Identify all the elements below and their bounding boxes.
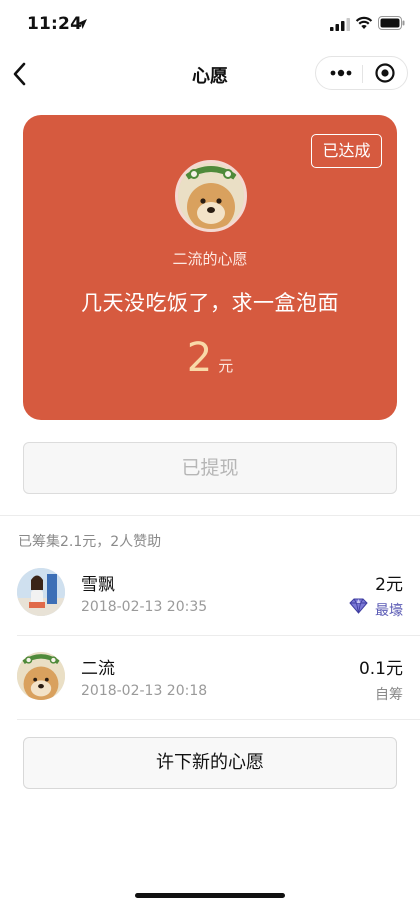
home-indicator <box>135 893 285 898</box>
owner-label: 二流的心愿 <box>172 250 248 268</box>
amount-unit: 元 <box>218 357 234 375</box>
supporter-time: 2018-02-13 20:18 <box>81 683 208 699</box>
more-icon[interactable] <box>322 62 358 84</box>
battery-icon <box>378 16 405 30</box>
withdrawn-button: 已提现 <box>23 442 397 494</box>
section-divider <box>0 515 420 516</box>
nav-bar: 心愿 <box>0 50 420 98</box>
raise-summary: 已筹集2.1元，2人赞助 <box>18 534 162 550</box>
row-divider <box>17 719 420 720</box>
supporter-time: 2018-02-13 20:35 <box>81 599 208 615</box>
dog-avatar-image <box>178 163 244 229</box>
amount-value: 2 <box>186 335 213 381</box>
supporter-row: 雪飘 2018-02-13 20:35 2元 最壕 <box>0 552 420 636</box>
capsule-divider <box>362 65 363 83</box>
close-target-icon[interactable] <box>372 62 398 84</box>
supporter-amount: 0.1元 <box>358 659 403 679</box>
supporter-amount: 2元 <box>375 575 403 595</box>
wish-card: 已达成 二流的心愿 几天没吃饭了，求一盒泡面 2元 <box>23 115 397 420</box>
supporter-tag: 自筹 <box>375 687 403 703</box>
supporter-row: 二流 2018-02-13 20:18 0.1元 自筹 <box>0 636 420 720</box>
wish-text: 几天没吃饭了，求一盒泡面 <box>81 291 339 315</box>
dog-avatar-image <box>17 652 65 700</box>
signal-icon <box>330 18 350 31</box>
status-badge: 已达成 <box>311 134 382 168</box>
wifi-icon <box>355 16 373 29</box>
owner-avatar <box>175 160 247 232</box>
status-time: 11:24 <box>27 14 83 34</box>
location-arrow-icon <box>77 19 87 29</box>
mini-program-capsule <box>315 56 408 90</box>
supporter-avatar <box>17 652 65 700</box>
amount-row: 2元 <box>23 335 397 381</box>
new-wish-button[interactable]: 许下新的心愿 <box>23 737 397 789</box>
supporter-tag: 最壕 <box>375 603 403 619</box>
status-bar: 11:24 <box>0 0 420 50</box>
person-avatar-image <box>17 568 65 616</box>
supporter-avatar <box>17 568 65 616</box>
supporter-name: 雪飘 <box>81 575 115 595</box>
diamond-icon <box>349 598 368 614</box>
supporter-name: 二流 <box>81 659 115 679</box>
